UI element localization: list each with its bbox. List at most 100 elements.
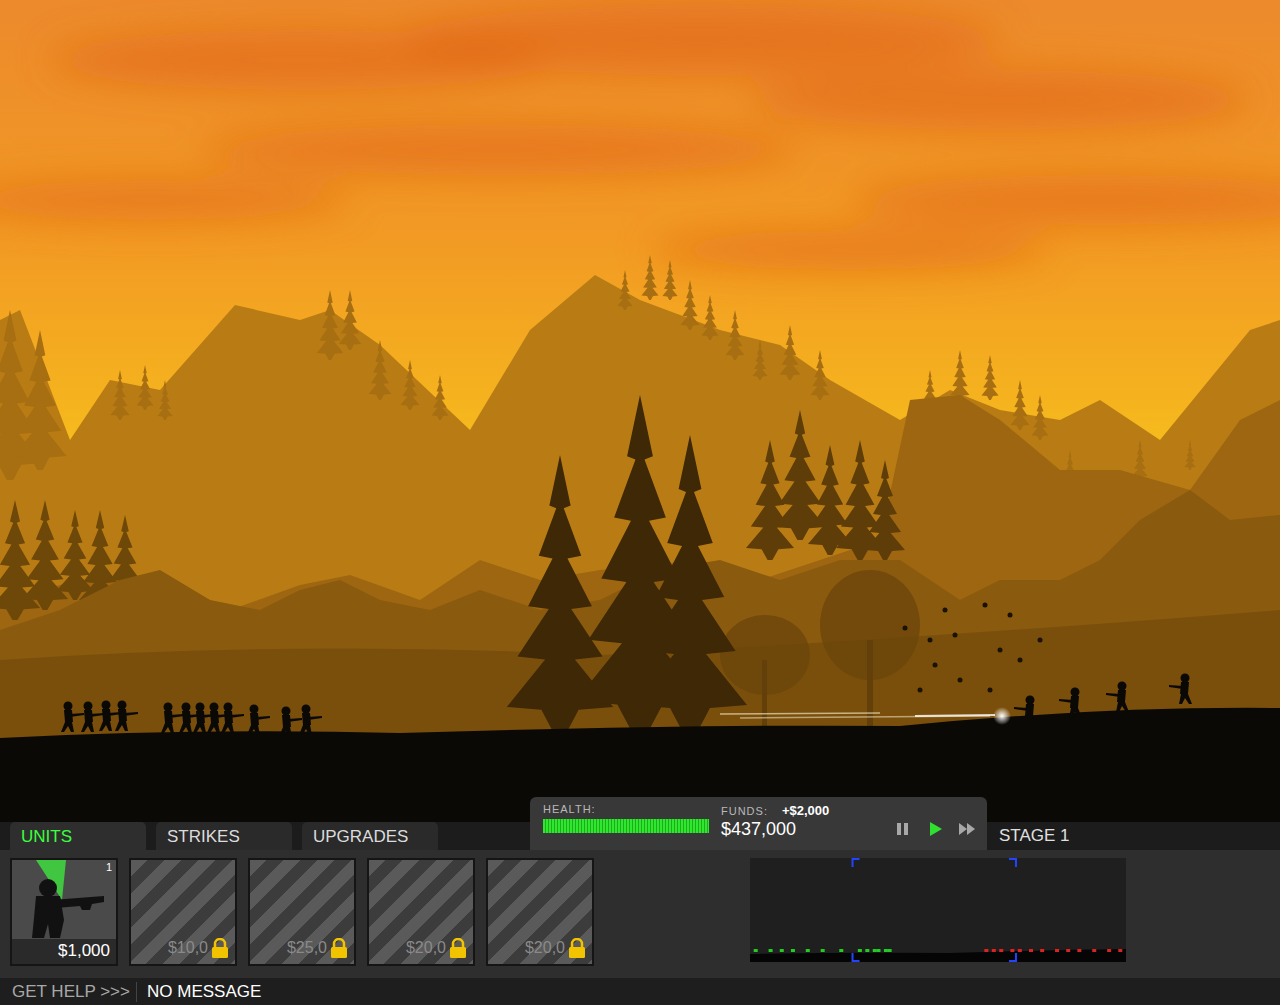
unit-slot[interactable]: 1 $1,000: [10, 858, 118, 966]
unit-price: $1,000: [12, 939, 116, 964]
health-block: HEALTH:: [543, 803, 709, 833]
pine-tree: [726, 310, 745, 360]
pine-tree: [369, 340, 392, 400]
tab[interactable]: STRIKES: [156, 822, 292, 850]
minimap-dot: [992, 949, 996, 952]
unit-price: $10,0: [168, 939, 208, 957]
pine-tree: [13, 330, 66, 470]
game-screen: UNITS STRIKES UPGRADES HEALTH: FUNDS: +$2,000…: [0, 0, 1280, 1005]
funds-label: FUNDS:: [721, 805, 768, 817]
tab[interactable]: UNITS: [10, 822, 146, 850]
pine-tree: [431, 375, 448, 420]
status-bar: GET HELP >>>NO MESSAGE: [0, 978, 1280, 1005]
pine-tree: [1011, 380, 1030, 430]
minimap-dot: [1107, 949, 1111, 952]
battlefield-scene: [0, 0, 1280, 797]
pine-tree: [662, 260, 677, 300]
ground: [0, 708, 1280, 797]
unit-panel: 1$1,000$10,0$25,0$20,0$20,0: [0, 850, 1280, 978]
minimap-dot: [1066, 949, 1070, 952]
unit-slots: 1$1,000$10,0$25,0$20,0$20,0: [10, 858, 594, 966]
pine-tree: [317, 290, 344, 360]
lock-icon: [449, 938, 467, 958]
friendly-soldier: [279, 707, 302, 738]
minimap-dot: [1077, 949, 1081, 952]
health-fill: [543, 819, 709, 833]
message-text: NO MESSAGE: [137, 982, 261, 1002]
minimap-dot: [1092, 949, 1096, 952]
pine-tree: [981, 355, 998, 400]
pause-icon: [893, 821, 913, 837]
minimap-dot: [873, 949, 877, 952]
pine-tree: [633, 435, 747, 735]
unit-slot[interactable]: $20,0: [486, 858, 594, 966]
pine-tree: [681, 280, 700, 330]
pine-tree: [1031, 395, 1048, 440]
unit-count: 1: [106, 861, 112, 873]
lock-icon: [568, 938, 586, 958]
friendly-soldier: [221, 703, 244, 734]
minimap-chart: [750, 858, 1126, 962]
fast-icon: [957, 821, 977, 837]
minimap-dot: [791, 949, 795, 952]
minimap-dot: [1010, 949, 1014, 952]
minimap-dot: [1055, 949, 1059, 952]
funds-block: FUNDS: +$2,000$437,000: [721, 803, 881, 840]
minimap-dot: [884, 949, 888, 952]
pine-tree: [641, 255, 658, 300]
speed-controls: [893, 821, 977, 837]
minimap-viewport: [853, 859, 1016, 961]
tab[interactable]: UPGRADES: [302, 822, 438, 850]
minimap-dot: [865, 949, 869, 952]
control-header: UNITS STRIKES UPGRADES HEALTH: FUNDS: +$2,000…: [0, 797, 1280, 850]
pine-tree: [157, 380, 172, 420]
pause-button[interactable]: [893, 821, 913, 837]
play-icon: [925, 821, 945, 837]
health-label: HEALTH:: [543, 803, 709, 815]
pine-tree: [1132, 440, 1147, 480]
pine-tree: [780, 325, 801, 380]
minimap-dot: [839, 949, 843, 952]
pine-tree: [1184, 440, 1195, 470]
minimap-dot: [888, 949, 892, 952]
minimap-dot: [769, 949, 773, 952]
minimap-dot: [806, 949, 810, 952]
pine-tree: [811, 350, 830, 400]
unit-slot[interactable]: $25,0: [248, 858, 356, 966]
minimap-dot: [858, 949, 862, 952]
friendly-soldier: [299, 705, 322, 736]
pine-tree: [56, 510, 94, 600]
battlefield: [0, 0, 1280, 797]
unit-slot[interactable]: $10,0: [129, 858, 237, 966]
help-link[interactable]: GET HELP >>>: [0, 982, 137, 1002]
stage-label: STAGE 1: [999, 826, 1070, 850]
unit-slot[interactable]: $20,0: [367, 858, 475, 966]
friendly-soldier: [161, 703, 184, 734]
minimap[interactable]: [750, 858, 1126, 962]
pine-tree: [401, 360, 420, 410]
friendly-soldier: [247, 705, 270, 736]
tab-bar: UNITS STRIKES UPGRADES: [10, 822, 438, 850]
minimap-dot: [821, 949, 825, 952]
status-panel: HEALTH: FUNDS: +$2,000$437,000: [530, 797, 987, 850]
minimap-dot: [1040, 949, 1044, 952]
pine-tree: [136, 365, 153, 410]
tracers: [720, 707, 1011, 725]
fast-button[interactable]: [957, 821, 977, 837]
debris: [903, 603, 1043, 693]
pine-tree: [617, 270, 632, 310]
minimap-dot: [999, 949, 1003, 952]
minimap-dot: [754, 949, 758, 952]
minimap-dot: [1118, 949, 1122, 952]
soldier-icon: [12, 860, 116, 938]
bare-trees: [720, 570, 920, 730]
pine-tree: [865, 460, 905, 560]
lock-icon: [211, 938, 229, 958]
minimap-dot: [876, 949, 880, 952]
funds-amount: $437,000: [721, 819, 881, 840]
play-button[interactable]: [925, 821, 945, 837]
friendly-soldier: [61, 702, 84, 733]
pine-tree: [0, 500, 40, 620]
funds-income: +$2,000: [782, 803, 829, 818]
far-mountains: [0, 275, 1280, 797]
